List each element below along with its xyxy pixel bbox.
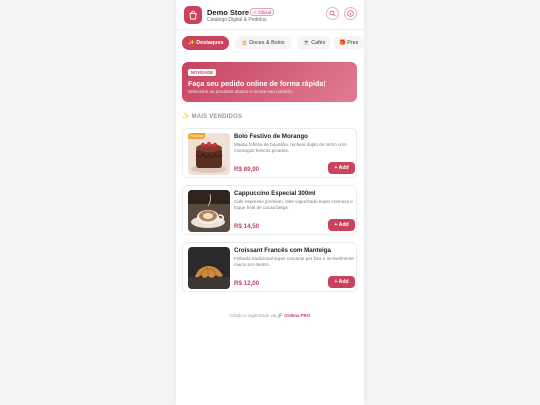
product-price: R$ 14,50 [234, 223, 260, 230]
sparkle-icon: ✨ [182, 114, 190, 120]
search-icon [329, 10, 336, 17]
add-to-cart-button[interactable]: + Add [328, 219, 355, 231]
popular-badge: Popular [188, 133, 206, 139]
store-logo [184, 6, 202, 24]
category-tabs: ✨ Destaques 🎂 Doces & Bolos ☕ Cafés 🎁 Pr… [182, 36, 364, 50]
official-badge: ✓ Oficial [250, 8, 274, 16]
product-card[interactable]: Popular Bolo Festivo de Morango Massa fo… [182, 128, 357, 178]
tab-cafes[interactable]: ☕ Cafés [297, 36, 332, 50]
product-card[interactable]: Cappuccino Especial 300ml Café espresso … [182, 185, 357, 235]
product-image-cake [188, 133, 230, 175]
promo-subtitle: Selecione os produtos abaixo e monte seu… [188, 89, 294, 94]
product-name: Croissant Francês com Manteiga [234, 247, 331, 254]
product-description: Folhado tradicional super crocante por f… [234, 256, 354, 267]
product-card[interactable]: Croissant Francês com Manteiga Folhado t… [182, 242, 357, 292]
promo-banner[interactable]: NOVIDADE Faça seu pedido online de forma… [182, 62, 357, 102]
add-to-cart-button[interactable]: + Add [328, 276, 355, 288]
product-price: R$ 12,00 [234, 280, 260, 287]
footer-brand-link[interactable]: 🔗 Ordena PRO [277, 313, 310, 318]
promo-title: Faça seu pedido online de forma rápida! [188, 79, 326, 88]
product-price: R$ 89,90 [234, 166, 260, 173]
promo-tag: NOVIDADE [188, 69, 217, 76]
add-to-cart-button[interactable]: + Add [328, 162, 355, 174]
section-title: MAIS VENDIDOS [191, 114, 243, 120]
product-name: Bolo Festivo de Morango [234, 133, 308, 140]
product-description: Massa fofinha de baunilha, recheio duplo… [234, 142, 347, 153]
product-image-cappuccino [188, 190, 230, 232]
product-description: Café espresso premium, leite vaporizado … [234, 199, 353, 210]
store-name: Demo Store [207, 8, 250, 17]
info-icon [347, 10, 354, 17]
official-badge-label: Oficial [258, 10, 271, 15]
product-name: Cappuccino Especial 300ml [234, 190, 316, 197]
shopping-bag-icon [189, 10, 197, 20]
store-subtitle: Catálogo Digital & Pedidos [207, 17, 267, 23]
store-header: Demo Store ✓ Oficial Catálogo Digital & … [176, 0, 364, 30]
product-image-croissant [188, 247, 230, 289]
section-heading: ✨ MAIS VENDIDOS [182, 113, 242, 120]
search-button[interactable] [326, 7, 339, 20]
tab-doces-bolos[interactable]: 🎂 Doces & Bolos [235, 36, 291, 50]
tab-presentes[interactable]: 🎁 Pres [333, 36, 364, 50]
footer-text: Criado e organizado via [229, 313, 277, 318]
footer-credit: Criado e organizado via 🔗 Ordena PRO [176, 313, 364, 319]
app-screen: Demo Store ✓ Oficial Catálogo Digital & … [176, 0, 364, 405]
tab-destaques[interactable]: ✨ Destaques [182, 36, 230, 50]
info-button[interactable] [344, 7, 357, 20]
